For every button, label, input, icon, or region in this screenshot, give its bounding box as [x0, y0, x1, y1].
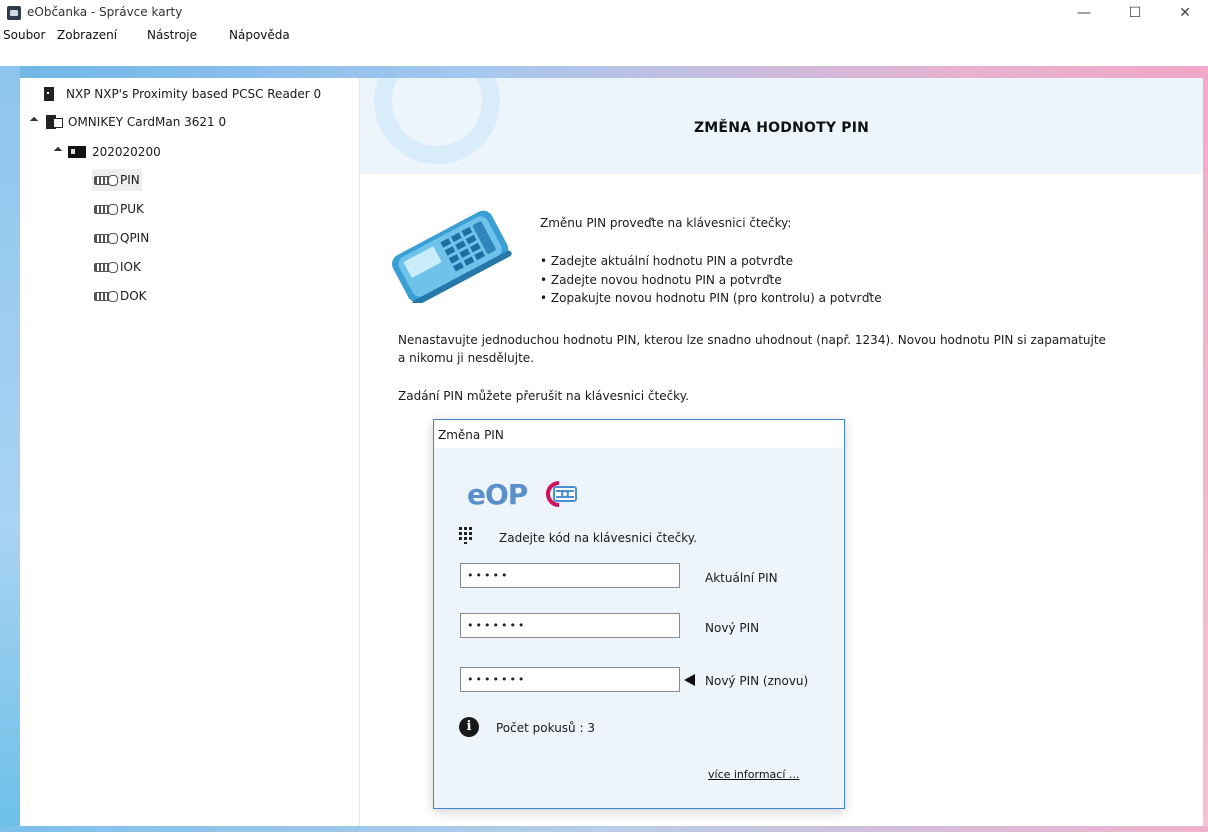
tree-reader-nxp[interactable]: NXP NXP's Proximity based PCSC Reader 0 [42, 83, 321, 105]
dialog-title-bar: Změna PIN [434, 420, 844, 448]
cancel-note: Zadání PIN můžete přerušit na klávesnici… [398, 389, 689, 403]
current-field-arrow-icon [684, 674, 695, 686]
eop-card-logo-icon [546, 481, 577, 507]
tree-label: DOK [120, 289, 147, 303]
current-pin-field[interactable]: ••••• [460, 563, 680, 588]
menu-zobrazeni[interactable]: Zobrazení [57, 28, 117, 42]
warning-line-2: a nikomu ji nesdělujte. [398, 351, 534, 365]
new-pin-field[interactable]: ••••••• [460, 613, 680, 638]
key-icon [94, 175, 118, 186]
tree-card[interactable]: 202020200 [54, 141, 161, 163]
menu-nastroje[interactable]: Nástroje [147, 28, 197, 42]
tree-reader-omnikey[interactable]: OMNIKEY CardMan 3621 0 [30, 111, 226, 133]
tree-label: NXP NXP's Proximity based PCSC Reader 0 [66, 87, 322, 101]
tree-item-iok[interactable]: IOK [94, 256, 141, 278]
tree-label: QPIN [120, 231, 150, 245]
new-pin-label: Nový PIN [705, 621, 760, 635]
keypad-prompt: Zadejte kód na klávesnici čtečky. [499, 531, 697, 545]
header-band: ZMĚNA HODNOTY PIN [360, 78, 1203, 174]
title-bar: eObčanka - Správce karty — ☐ ✕ [0, 0, 1208, 26]
eop-logo-text: eOP [467, 478, 528, 511]
smart-card-icon [68, 146, 86, 158]
tree-item-qpin[interactable]: QPIN [94, 227, 149, 249]
keypad-icon [459, 527, 473, 544]
menu-bar: Soubor Zobrazení Nástroje Nápověda [0, 26, 1208, 46]
card-reader-icon [42, 86, 60, 102]
tree-label: 202020200 [92, 145, 161, 159]
repeat-pin-label: Nový PIN (znovu) [705, 674, 809, 688]
step-1: • Zadejte aktuální hodnotu PIN a potvrďt… [540, 254, 793, 268]
current-pin-label: Aktuální PIN [705, 571, 778, 585]
card-reader-icon [44, 114, 63, 130]
frame-left [0, 66, 20, 832]
tree-label: PUK [120, 202, 144, 216]
pin-pad-terminal-icon [391, 210, 512, 303]
key-icon [94, 262, 118, 273]
step-3: • Zopakujte novou hodnotu PIN (pro kontr… [540, 291, 882, 305]
menu-soubor[interactable]: Soubor [3, 28, 45, 42]
attempts-count: Počet pokusů : 3 [496, 721, 595, 735]
device-tree: NXP NXP's Proximity based PCSC Reader 0 … [20, 78, 357, 826]
step-2: • Zadejte novou hodnotu PIN a potvrďte [540, 273, 782, 287]
dialog-title: Změna PIN [438, 428, 504, 442]
close-button[interactable]: ✕ [1162, 0, 1208, 26]
pin-change-dialog: Změna PIN eOP Zadejte kód na klávesnici … [433, 419, 845, 809]
repeat-pin-field[interactable]: ••••••• [460, 667, 680, 692]
window-title: eObčanka - Správce karty [27, 5, 183, 19]
expand-arrow-icon[interactable] [54, 147, 64, 157]
info-icon: i [459, 717, 479, 737]
tree-label: OMNIKEY CardMan 3621 0 [68, 115, 227, 129]
tree-label: IOK [120, 260, 141, 274]
warning-line-1: Nenastavujte jednoduchou hodnotu PIN, kt… [398, 333, 1106, 347]
tree-item-dok[interactable]: DOK [94, 285, 147, 307]
minimize-button[interactable]: — [1061, 0, 1107, 26]
tree-label: PIN [120, 173, 140, 187]
instruction-title: Změnu PIN proveďte na klávesnici čtečky: [540, 216, 792, 230]
key-icon [94, 291, 118, 302]
expand-arrow-icon[interactable] [30, 117, 40, 127]
key-icon [94, 204, 118, 215]
page-title: ZMĚNA HODNOTY PIN [693, 120, 870, 136]
key-icon [94, 233, 118, 244]
maximize-button[interactable]: ☐ [1112, 0, 1158, 26]
frame-bottom [0, 826, 1208, 832]
tree-item-pin[interactable]: PIN [92, 169, 142, 191]
frame-top [0, 66, 1208, 78]
app-icon [7, 6, 21, 20]
tree-item-puk[interactable]: PUK [94, 198, 144, 220]
menu-napoveda[interactable]: Nápověda [229, 28, 290, 42]
more-info-link[interactable]: více informací ... [708, 768, 799, 781]
